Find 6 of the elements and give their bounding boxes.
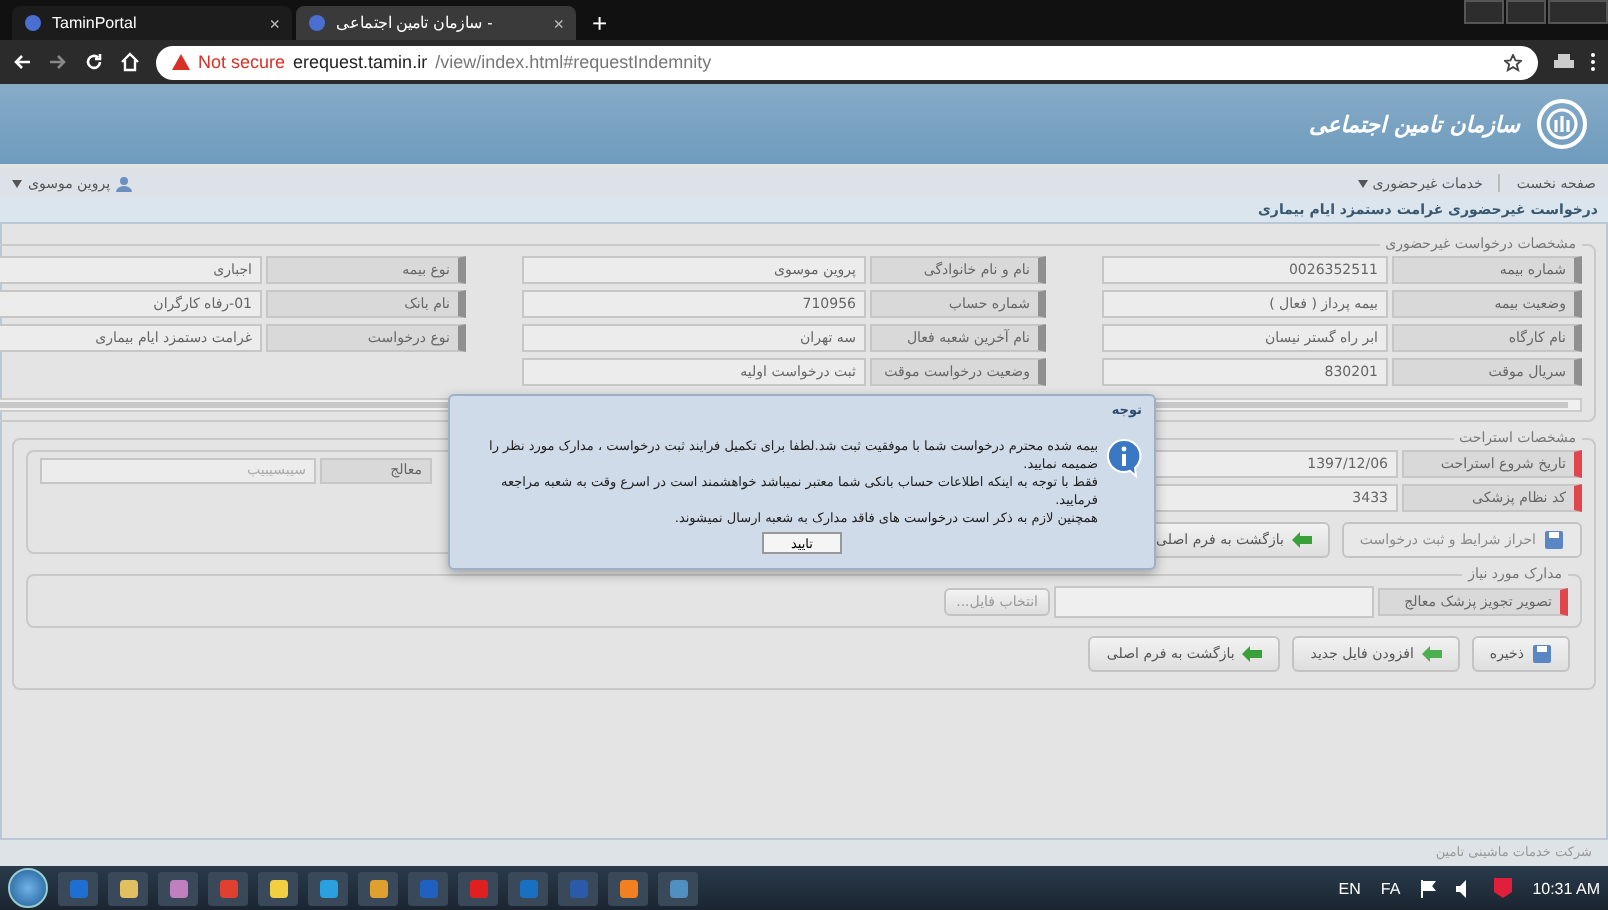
security-label: Not secure — [198, 52, 286, 72]
url-host: erequest.tamin.ir — [293, 52, 428, 72]
tab-title: TaminPortal — [52, 14, 139, 32]
organization-name: سازمان تامین اجتماعی — [1309, 111, 1520, 137]
url-path: /view/index.html#requestIndemnity — [435, 52, 712, 72]
tab-title: سازمان تامین اجتماعی - — [336, 14, 495, 32]
